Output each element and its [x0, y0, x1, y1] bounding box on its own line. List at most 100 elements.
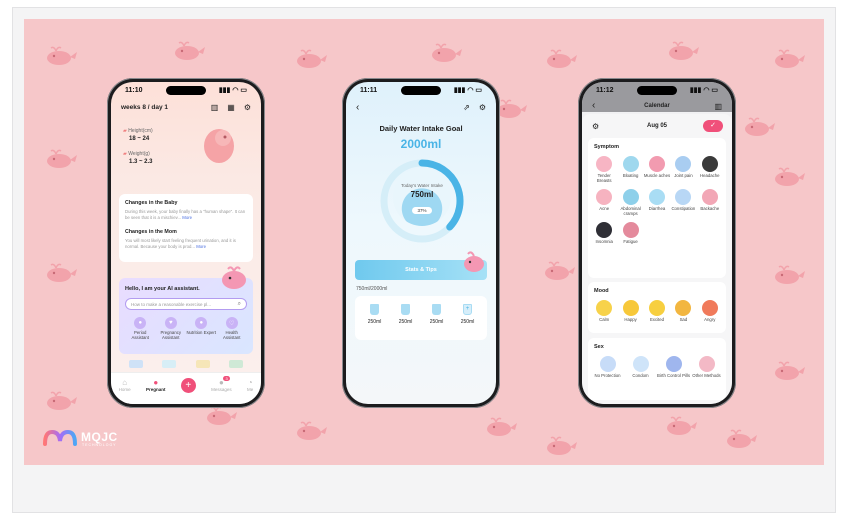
- mood-title: Mood: [594, 288, 609, 294]
- mood-option[interactable]: Happy: [617, 300, 643, 323]
- whale-pattern-icon: [432, 43, 462, 62]
- mom-more-link[interactable]: More: [196, 244, 206, 249]
- symptom-option[interactable]: Tender Breasts: [591, 156, 617, 184]
- symptom-option[interactable]: Headache: [697, 156, 723, 184]
- bottom-nav: ⌂ Home ● Pregnant + ● 3 Messages ◔ Me: [111, 372, 261, 404]
- mood-option[interactable]: Calm: [591, 300, 617, 323]
- status-time: 11:10: [125, 86, 143, 94]
- pregnancy-assistant-button[interactable]: ♥ Pregnancy Assistant: [156, 317, 187, 341]
- sex-option[interactable]: Condom: [624, 356, 657, 379]
- cup-label: 250ml: [367, 319, 382, 325]
- symptom-option[interactable]: Insomnia: [591, 221, 617, 245]
- symptom-label: Joint pain: [674, 173, 693, 178]
- symptom-icon: [596, 156, 613, 172]
- baby-title: Changes in the Baby: [125, 200, 178, 206]
- mood-list: Calm Happy Excited Sad Angry: [591, 300, 723, 323]
- symptom-option[interactable]: Constipation: [670, 188, 696, 217]
- whale-pattern-icon: [47, 391, 77, 410]
- gear-icon[interactable]: ⚙: [244, 103, 251, 112]
- mood-option[interactable]: Angry: [697, 300, 723, 323]
- sex-label: Birth Control Pills: [657, 373, 690, 378]
- cup-button[interactable]: 250ml: [359, 304, 390, 325]
- today-intake-value: 750ml: [410, 190, 434, 199]
- stats-icon[interactable]: ▥: [211, 103, 219, 112]
- whale-mascot-icon: [222, 266, 246, 289]
- assistant-list: ● Period Assistant ♥ Pregnancy Assistant ●…: [125, 317, 247, 341]
- cup-button[interactable]: 250ml: [390, 304, 421, 325]
- calendar-icon[interactable]: ▦: [227, 103, 235, 112]
- content-preview-row: [119, 360, 253, 370]
- status-icons: ▮▮▮ ◠ ▭: [218, 87, 247, 94]
- period-assistant-button[interactable]: ● Period Assistant: [125, 317, 156, 341]
- symptom-option[interactable]: Diarrhea: [644, 188, 670, 217]
- symptom-option[interactable]: Bloating: [617, 156, 643, 184]
- symptom-option[interactable]: Backache: [697, 188, 723, 217]
- cup-label: 250ml: [429, 319, 444, 325]
- whale-pattern-icon: [775, 265, 805, 284]
- nav-home[interactable]: ⌂ Home: [119, 378, 131, 392]
- sex-label: Condom: [632, 373, 649, 378]
- symptom-option[interactable]: Fatigue: [617, 221, 643, 245]
- search-icon[interactable]: ⌕: [238, 301, 241, 308]
- symptom-label: Bloating: [622, 173, 639, 178]
- cups-card: 250ml 250ml 250ml +250ml: [355, 296, 487, 340]
- share-icon[interactable]: ⇗: [463, 103, 470, 112]
- symptom-label: Abdominal cramps: [620, 205, 641, 216]
- symptom-option[interactable]: Acne: [591, 188, 617, 217]
- symptom-icon: [622, 156, 639, 172]
- cup-label: 250ml: [398, 319, 413, 325]
- symptom-title: Symptom: [594, 144, 620, 150]
- cup-icon: [432, 304, 441, 315]
- mood-card: Mood Calm Happy Excited Sad Angry: [588, 282, 726, 333]
- nav-messages-label: Messages: [211, 387, 232, 392]
- add-cup-button[interactable]: +250ml: [452, 304, 483, 325]
- symptom-label: Tender Breasts: [596, 173, 612, 183]
- ai-search-input[interactable]: How to make a reasonable exercise pl... …: [125, 298, 247, 310]
- sex-option[interactable]: Other Methods: [690, 356, 723, 379]
- symptom-label: Fatigue: [623, 238, 638, 244]
- cup-list: 250ml 250ml 250ml +250ml: [359, 304, 483, 325]
- back-icon[interactable]: ‹: [356, 102, 359, 113]
- heart-icon: ♥: [164, 317, 177, 329]
- today-percent: 37%: [412, 207, 432, 214]
- mood-icon: [596, 300, 613, 316]
- dynamic-island: [166, 86, 206, 95]
- mood-option[interactable]: Sad: [670, 300, 696, 323]
- water-progress-text: 750ml/2000ml: [356, 286, 388, 292]
- gear-icon[interactable]: ⚙: [479, 103, 486, 112]
- apple-icon: ●: [195, 317, 208, 329]
- health-assistant-button[interactable]: ♡ Health Assistant: [217, 317, 248, 341]
- symptom-option[interactable]: Muscle aches: [644, 156, 670, 184]
- nav-messages[interactable]: ● 3 Messages: [211, 376, 232, 392]
- calendar-sheet: ⚙ Aug 05 ✓ Symptom Tender Breasts Bloatin…: [582, 114, 732, 404]
- mood-label: Calm: [599, 317, 610, 322]
- whale-pattern-icon: [727, 429, 757, 448]
- mood-label: Happy: [624, 317, 637, 322]
- week-title[interactable]: weeks 8 / day 1: [121, 104, 168, 111]
- symptom-card: Symptom Tender Breasts Bloating Muscle ach…: [588, 138, 726, 278]
- stats-icon[interactable]: ▥: [714, 102, 722, 111]
- phone-calendar: 11:12 ▮▮▮ ◠ ▭ ‹ Calendar ▥ ⚙ Aug 05 ✓ Sy…: [578, 78, 736, 408]
- mood-option[interactable]: Excited: [644, 300, 670, 323]
- nav-pregnant[interactable]: ● Pregnant: [146, 378, 166, 392]
- symptom-icon: [648, 156, 665, 172]
- mood-icon: [701, 300, 718, 316]
- status-icons: ▮▮▮ ◠ ▭: [453, 87, 482, 94]
- dynamic-island: [401, 86, 441, 95]
- symptom-option[interactable]: Abdominal cramps: [617, 188, 643, 217]
- nav-me[interactable]: ◔ Me: [247, 378, 253, 392]
- symptom-option[interactable]: Joint pain: [670, 156, 696, 184]
- sex-option[interactable]: No Protection: [591, 356, 624, 379]
- sex-list: No Protection Condom Birth Control Pills Ot…: [591, 356, 723, 379]
- cup-button[interactable]: 250ml: [421, 304, 452, 325]
- sex-icon: [665, 356, 682, 372]
- confirm-button[interactable]: ✓: [703, 120, 723, 132]
- symptom-list: Tender Breasts Bloating Muscle aches Joint …: [591, 156, 723, 245]
- water-goal-value[interactable]: 2000ml: [346, 137, 496, 151]
- symptom-label: Constipation: [671, 205, 696, 211]
- sex-option[interactable]: Birth Control Pills: [657, 356, 690, 379]
- add-button[interactable]: +: [180, 378, 196, 393]
- baby-more-link[interactable]: More: [182, 215, 192, 220]
- sex-icon: [599, 356, 616, 372]
- nutrition-expert-button[interactable]: ● Nutrition Expert: [186, 317, 217, 341]
